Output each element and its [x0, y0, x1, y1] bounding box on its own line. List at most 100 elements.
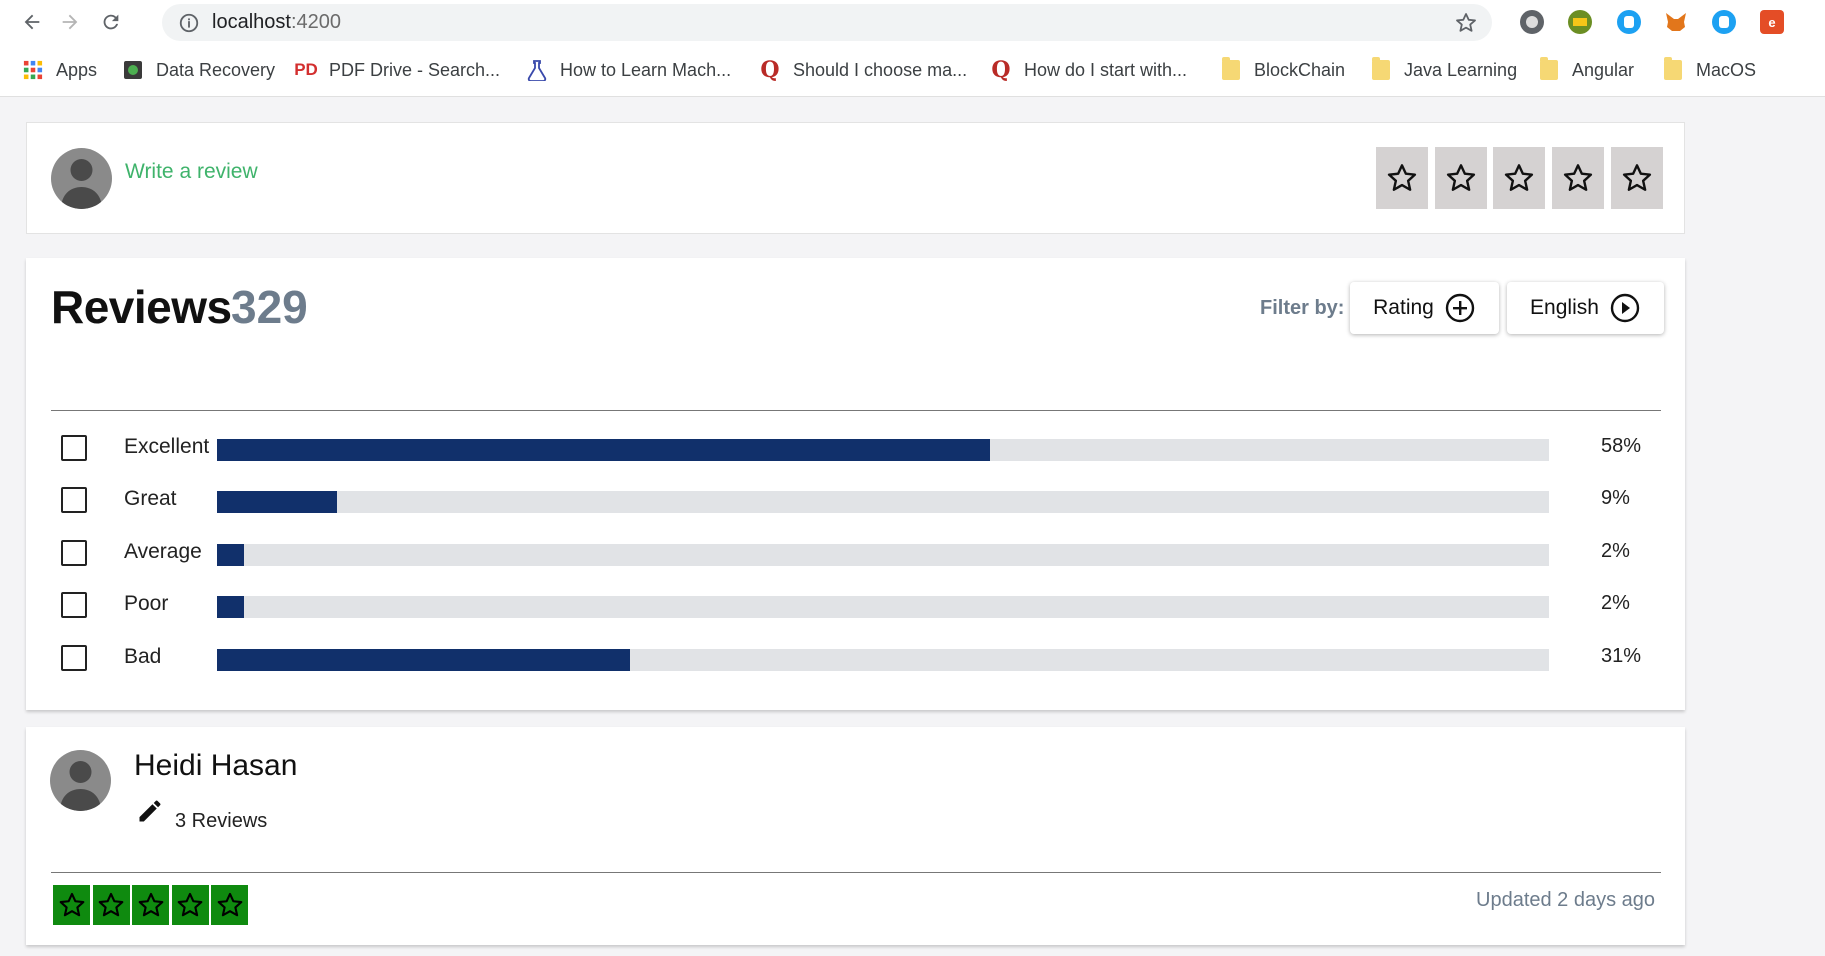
rating-bar-fill — [217, 596, 244, 618]
avatar — [51, 148, 112, 209]
back-arrow-icon[interactable] — [18, 8, 46, 36]
review-star — [171, 885, 209, 925]
star-outline-icon — [1446, 164, 1476, 191]
rate-star-button[interactable] — [1493, 147, 1545, 209]
folder-icon — [1220, 57, 1242, 81]
bookmark-label: Should I choose ma... — [793, 59, 968, 80]
bookmark-java-learning[interactable]: Java Learning — [1370, 57, 1517, 83]
write-review-link[interactable]: Write a review — [125, 160, 258, 184]
browser-toolbar: localhost:4200 e — [0, 0, 1825, 44]
bookmark-learn-machine[interactable]: How to Learn Mach... — [526, 57, 731, 83]
rating-percent: 2% — [1601, 540, 1630, 562]
address-bar[interactable]: localhost:4200 — [162, 4, 1492, 41]
rating-percent: 31% — [1601, 645, 1642, 667]
star-outline-icon — [1504, 164, 1534, 191]
review-card: Heidi Hasan 3 Reviews Updated 2 days ago — [26, 727, 1685, 945]
star-outline-icon — [59, 892, 84, 917]
rating-percent: 58% — [1601, 435, 1642, 457]
info-icon[interactable] — [178, 12, 200, 34]
rating-checkbox[interactable] — [61, 592, 87, 618]
bookmark-star-icon[interactable] — [1454, 11, 1478, 35]
rating-label: Bad — [124, 645, 162, 668]
rating-percent: 2% — [1601, 592, 1630, 614]
write-review-card: Write a review — [26, 122, 1685, 234]
user-silhouette-icon — [61, 159, 102, 209]
filter-language-button[interactable]: English — [1507, 282, 1664, 334]
rating-bar-fill — [217, 544, 244, 566]
bookmark-quora-1[interactable]: Q Should I choose ma... — [759, 57, 967, 83]
bookmark-label: BlockChain — [1254, 59, 1346, 80]
bookmark-blockchain[interactable]: BlockChain — [1220, 57, 1345, 83]
star-outline-icon — [1387, 164, 1417, 191]
bookmark-quora-2[interactable]: Q How do I start with... — [990, 57, 1187, 83]
rating-label: Great — [124, 487, 177, 510]
star-outline-icon — [1563, 164, 1593, 191]
folder-icon — [1370, 57, 1392, 81]
bookmark-label: Apps — [56, 59, 98, 80]
rate-star-button[interactable] — [1435, 147, 1487, 209]
bookmark-pdf-drive[interactable]: PD PDF Drive - Search... — [294, 57, 501, 83]
extension-ticket-icon[interactable] — [1568, 10, 1592, 34]
extension-train-icon[interactable] — [1617, 10, 1641, 34]
filter-rating-button[interactable]: Rating — [1350, 282, 1499, 334]
rating-row: Excellent 58% — [61, 433, 1651, 463]
reload-icon[interactable] — [97, 8, 125, 36]
avatar — [50, 750, 111, 811]
review-star — [53, 885, 90, 925]
star-outline-icon — [1622, 164, 1652, 191]
rating-bar-track — [217, 491, 1549, 513]
rate-star-button[interactable] — [1611, 147, 1663, 209]
extension-fox-icon[interactable] — [1664, 10, 1688, 34]
bookmark-data-recovery[interactable]: Data Recovery — [122, 57, 275, 83]
bookmark-apps[interactable]: Apps — [22, 57, 97, 83]
star-outline-icon — [138, 892, 163, 917]
rating-checkbox[interactable] — [61, 487, 87, 513]
flask-icon — [526, 59, 548, 81]
forward-arrow-icon[interactable] — [56, 8, 84, 36]
user-silhouette-icon — [60, 761, 101, 811]
rating-checkbox[interactable] — [61, 435, 87, 461]
pdf-drive-icon: PD — [294, 60, 318, 79]
url-text: localhost:4200 — [212, 11, 341, 33]
extension-circle-icon[interactable] — [1520, 10, 1544, 34]
rating-row: Bad 31% — [61, 643, 1651, 673]
extension-e-icon[interactable]: e — [1760, 10, 1784, 34]
rate-star-button[interactable] — [1552, 147, 1604, 209]
bookmark-angular[interactable]: Angular — [1538, 57, 1634, 83]
rating-label: Average — [124, 540, 202, 563]
rating-bar-track — [217, 649, 1549, 671]
bookmark-label: PDF Drive - Search... — [329, 59, 501, 80]
rating-row: Great 9% — [61, 485, 1651, 515]
reviews-summary-card: Reviews 329 Filter by: Rating English Ex… — [26, 258, 1685, 710]
rating-bar-track — [217, 439, 1549, 461]
apps-grid-icon — [22, 59, 44, 81]
extension-train-icon-2[interactable] — [1712, 10, 1736, 34]
extension-e-label: e — [1768, 14, 1776, 30]
rating-bar-fill — [217, 491, 337, 513]
bookmarks-bar: Apps Data Recovery PD PDF Drive - Search… — [0, 44, 1825, 97]
review-star — [211, 885, 248, 925]
rating-checkbox[interactable] — [61, 645, 87, 671]
updated-timestamp: Updated 2 days ago — [1476, 889, 1656, 911]
filter-language-label: English — [1530, 296, 1599, 319]
play-circle-icon — [1610, 293, 1640, 323]
reviewer-name[interactable]: Heidi Hasan — [134, 749, 297, 783]
folder-icon — [1538, 57, 1560, 81]
reviews-count: 329 — [231, 281, 308, 333]
rate-star-button[interactable] — [1376, 147, 1428, 209]
rating-row: Poor 2% — [61, 590, 1651, 620]
bookmark-macos[interactable]: MacOS — [1662, 57, 1756, 83]
rating-bar-fill — [217, 439, 990, 461]
add-circle-icon — [1445, 293, 1475, 323]
rating-percent: 9% — [1601, 487, 1630, 509]
bookmark-label: Java Learning — [1404, 59, 1518, 80]
bookmark-label: MacOS — [1696, 59, 1757, 80]
filter-label: Filter by: — [1260, 297, 1345, 319]
divider — [51, 410, 1661, 411]
rating-checkbox[interactable] — [61, 540, 87, 566]
bookmark-label: Angular — [1572, 59, 1635, 80]
folder-icon — [1662, 57, 1684, 81]
bookmark-label: Data Recovery — [156, 59, 276, 80]
review-star — [132, 885, 169, 925]
quora-icon: Q — [991, 57, 1011, 83]
